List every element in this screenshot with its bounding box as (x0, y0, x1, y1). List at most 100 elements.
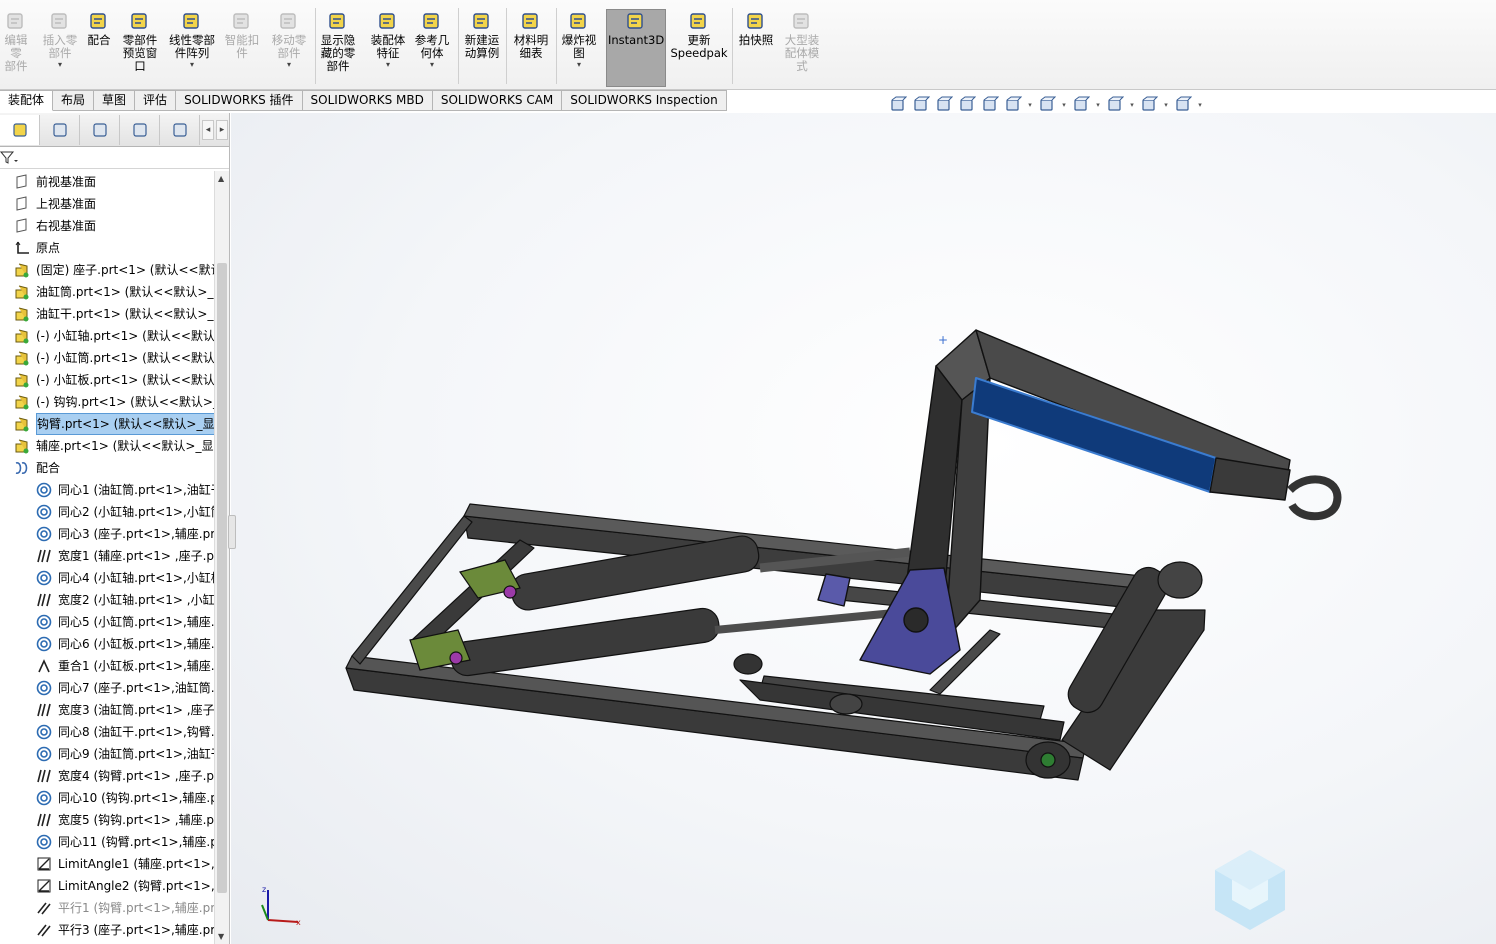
tab-3[interactable]: 评估 (135, 90, 177, 111)
tree-item[interactable]: 同心8 (油缸干.prt<1>,钩臂. (0, 721, 214, 743)
previous-view-icon[interactable] (934, 95, 954, 115)
hide-show-items-icon[interactable] (1071, 95, 1091, 115)
dropdown-caret-icon[interactable]: ▾ (560, 60, 598, 70)
scrollbar-thumb[interactable] (217, 263, 227, 893)
snapshot-button[interactable]: 拍快照 (734, 10, 778, 47)
large-assembly-button[interactable]: 大型装 配体模式 (780, 10, 824, 73)
dimxpert-icon[interactable] (120, 114, 160, 145)
panel-splitter-handle[interactable] (228, 515, 236, 549)
tree-item[interactable]: 宽度1 (辅座.prt<1> ,座子.p (0, 545, 214, 567)
tree-item[interactable]: 油缸干.prt<1> (默认<<默认>_显 (0, 303, 214, 325)
instant3d-button[interactable]: Instant3D (608, 10, 664, 47)
dropdown-caret-icon[interactable]: ▾ (1026, 101, 1034, 109)
mate-button[interactable]: 配合 (84, 10, 114, 47)
component-preview-button[interactable]: 零部件 预览窗口 (118, 10, 162, 73)
section-view-icon[interactable] (957, 95, 977, 115)
filter-icon[interactable] (0, 150, 20, 166)
tree-item[interactable]: 前视基准面 (0, 171, 214, 193)
show-hidden-button[interactable]: 显示隐 藏的零 部件 (318, 10, 358, 73)
tab-0[interactable]: 装配体 (0, 90, 54, 111)
tree-item[interactable]: 配合 (0, 457, 214, 479)
tree-item[interactable]: (-) 小缸板.prt<1> (默认<<默认 (0, 369, 214, 391)
tree-item[interactable]: 钩臂.prt<1> (默认<<默认>_显示 (0, 413, 214, 435)
tree-item[interactable]: 同心1 (油缸筒.prt<1>,油缸干 (0, 479, 214, 501)
smart-fasteners-button[interactable]: 智能扣件 (222, 10, 262, 60)
scroll-up-arrow-icon[interactable]: ▲ (218, 174, 224, 183)
zoom-to-area-icon[interactable] (911, 95, 931, 115)
view-orientation-icon[interactable] (1003, 95, 1023, 115)
graphics-area[interactable]: + z x (231, 113, 1496, 944)
linear-pattern-button[interactable]: 线性零部 件阵列 ▾ (166, 10, 218, 70)
tree-item[interactable]: 宽度4 (钩臂.prt<1> ,座子.p (0, 765, 214, 787)
tree-item[interactable]: 辅座.prt<1> (默认<<默认>_显示 (0, 435, 214, 457)
display-manager-icon[interactable] (160, 114, 200, 145)
panel-tab-scroll-right-icon[interactable]: ▸ (216, 119, 228, 140)
dropdown-caret-icon[interactable]: ▾ (1196, 101, 1204, 109)
tree-item[interactable]: 油缸筒.prt<1> (默认<<默认>_显 (0, 281, 214, 303)
tree-item[interactable]: 同心9 (油缸筒.prt<1>,油缸干 (0, 743, 214, 765)
tree-item[interactable]: (固定) 座子.prt<1> (默认<<默认 (0, 259, 214, 281)
tree-item[interactable]: 同心11 (钩臂.prt<1>,辅座.p (0, 831, 214, 853)
tree-filter[interactable] (0, 147, 229, 169)
tree-item[interactable]: 宽度2 (小缸轴.prt<1> ,小缸 (0, 589, 214, 611)
tree-item[interactable]: 右视基准面 (0, 215, 214, 237)
tree-item[interactable]: 原点 (0, 237, 214, 259)
dropdown-caret-icon[interactable]: ▾ (268, 60, 310, 70)
bom-button[interactable]: 材料明 细表 (510, 10, 552, 60)
edit-component-button[interactable]: 编辑零 部件 (0, 10, 32, 73)
zoom-to-fit-icon[interactable] (888, 95, 908, 115)
assembly-feature-button[interactable]: 装配体 特征 ▾ (366, 10, 410, 70)
tab-5[interactable]: SOLIDWORKS MBD (302, 90, 433, 111)
tree-item[interactable]: 宽度5 (钩钩.prt<1> ,辅座.p (0, 809, 214, 831)
tree-item[interactable]: 上视基准面 (0, 193, 214, 215)
apply-scene-icon[interactable] (1139, 95, 1159, 115)
tab-6[interactable]: SOLIDWORKS CAM (432, 90, 563, 111)
tree-item[interactable]: 同心5 (小缸筒.prt<1>,辅座. (0, 611, 214, 633)
tree-item[interactable]: LimitAngle1 (辅座.prt<1>,座 (0, 853, 214, 875)
dropdown-caret-icon[interactable]: ▾ (166, 60, 218, 70)
speedpak-button[interactable]: 更新 Speedpak (670, 10, 728, 60)
tree-item[interactable]: (-) 小缸轴.prt<1> (默认<<默认 (0, 325, 214, 347)
dropdown-caret-icon[interactable]: ▾ (1162, 101, 1170, 109)
tree-item[interactable]: 重合1 (小缸板.prt<1>,辅座. (0, 655, 214, 677)
tree-item[interactable]: (-) 小缸筒.prt<1> (默认<<默认 (0, 347, 214, 369)
motion-study-button[interactable]: 新建运 动算例 (460, 10, 504, 60)
dropdown-caret-icon[interactable]: ▾ (412, 60, 452, 70)
view-settings-icon[interactable] (1173, 95, 1193, 115)
tree-item[interactable]: (-) 钩钩.prt<1> (默认<<默认>_ (0, 391, 214, 413)
tab-7[interactable]: SOLIDWORKS Inspection (562, 90, 727, 111)
dropdown-caret-icon[interactable]: ▾ (366, 60, 410, 70)
tree-item[interactable]: 同心10 (钩钩.prt<1>,辅座.p (0, 787, 214, 809)
tree-item[interactable]: 同心4 (小缸轴.prt<1>,小缸板 (0, 567, 214, 589)
hydraulic-cylinder-lower[interactable] (449, 606, 721, 677)
dropdown-caret-icon[interactable]: ▾ (40, 60, 80, 70)
tree-item[interactable]: 同心3 (座子.prt<1>,辅座.prt (0, 523, 214, 545)
dropdown-caret-icon[interactable]: ▾ (1128, 101, 1136, 109)
tree-item[interactable]: 宽度3 (油缸筒.prt<1> ,座子. (0, 699, 214, 721)
edit-appearance-icon[interactable] (1105, 95, 1125, 115)
propertymanager-icon[interactable] (40, 114, 80, 145)
tree-item[interactable]: 平行1 (钩臂.prt<1>,辅座.pr (0, 897, 214, 919)
tab-2[interactable]: 草图 (94, 90, 136, 111)
dropdown-caret-icon[interactable]: ▾ (1060, 101, 1068, 109)
hook-icon[interactable] (1287, 475, 1342, 521)
assembly-model[interactable]: + z x (231, 113, 1496, 944)
tree-item[interactable]: LimitAngle2 (钩臂.prt<1>,座 (0, 875, 214, 897)
display-style-icon[interactable] (1037, 95, 1057, 115)
exploded-view-button[interactable]: 爆炸视图 ▾ (560, 10, 598, 70)
tree-item[interactable]: 平行3 (座子.prt<1>,辅座.pr (0, 919, 214, 941)
tree-item[interactable]: 同心2 (小缸轴.prt<1>,小缸筒 (0, 501, 214, 523)
dynamic-annotation-icon[interactable] (980, 95, 1000, 115)
tab-4[interactable]: SOLIDWORKS 插件 (176, 90, 303, 111)
panel-tab-scroll-left-icon[interactable]: ◂ (202, 119, 214, 140)
reference-geometry-button[interactable]: 参考几 何体 ▾ (412, 10, 452, 70)
configurationmanager-icon[interactable] (80, 114, 120, 145)
dropdown-caret-icon[interactable]: ▾ (1094, 101, 1102, 109)
tree-item[interactable]: 同心6 (小缸板.prt<1>,辅座. (0, 633, 214, 655)
tree-item[interactable]: 同心7 (座子.prt<1>,油缸筒. (0, 677, 214, 699)
tree-scrollbar[interactable]: ▲ ▼ (214, 171, 229, 944)
featuremanager-icon[interactable] (0, 114, 40, 145)
scroll-down-arrow-icon[interactable]: ▼ (218, 932, 224, 941)
move-component-button[interactable]: 移动零 部件 ▾ (268, 10, 310, 70)
tab-1[interactable]: 布局 (53, 90, 95, 111)
